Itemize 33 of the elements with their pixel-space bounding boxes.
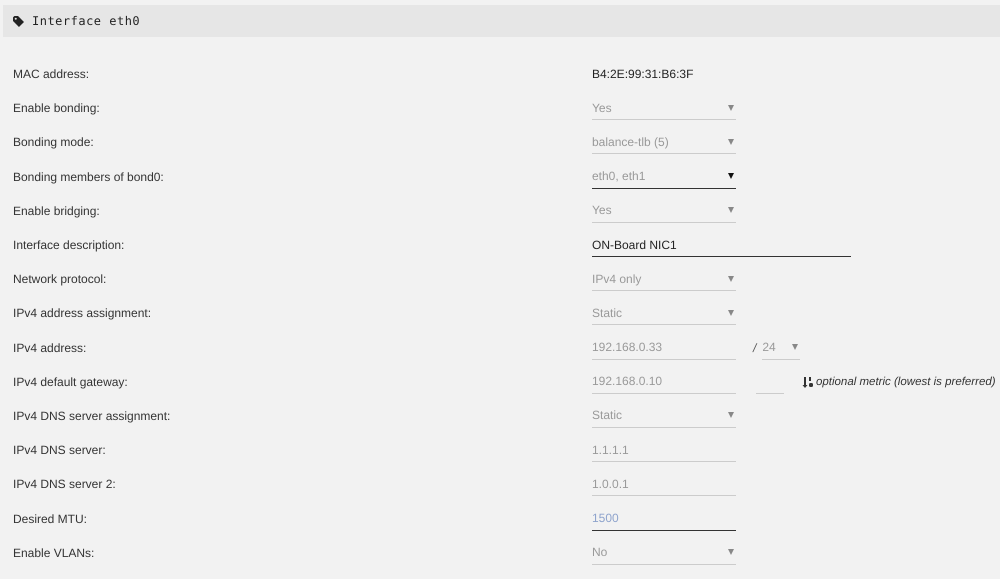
caret-icon xyxy=(728,104,734,111)
field-label: Network protocol: xyxy=(12,272,108,286)
field-label: Enable bridging: xyxy=(12,204,101,218)
caret-icon xyxy=(792,344,798,350)
tag-icon xyxy=(13,16,24,26)
metric-hint: optional metric (lowest is preferred) xyxy=(816,376,996,388)
input-field[interactable]: 1500 xyxy=(592,506,736,531)
caret-icon xyxy=(728,310,734,316)
input-field[interactable]: ON-Board NIC1 xyxy=(592,233,851,258)
select-field[interactable]: eth0, eth1 xyxy=(592,164,736,189)
field-label: Interface description: xyxy=(12,238,126,252)
caret-icon xyxy=(728,412,734,418)
field-label: Bonding members of bond0: xyxy=(12,170,165,184)
field-label: IPv4 DNS server: xyxy=(12,443,107,458)
field-label: Enable VLANs: xyxy=(12,546,96,560)
sort-icon xyxy=(802,376,814,388)
field-label: IPv4 address assignment: xyxy=(12,306,152,320)
field-label: IPv4 DNS server 2: xyxy=(12,477,117,492)
field-label: IPv4 DNS server assignment: xyxy=(12,408,172,423)
caret-icon xyxy=(728,549,734,556)
field-label: MAC address: xyxy=(12,67,90,82)
panel-title: Interface eth0 xyxy=(32,14,140,28)
caret-icon xyxy=(728,276,734,282)
mac-address-value: B4:2E:99:31:B6:3F xyxy=(592,67,694,82)
field-label: Enable bonding: xyxy=(12,101,101,116)
prefix-separator: / xyxy=(753,340,756,355)
field-label: IPv4 address: xyxy=(12,340,88,355)
field-label: IPv4 default gateway: xyxy=(12,374,129,389)
field-label: Desired MTU: xyxy=(12,512,88,526)
caret-icon xyxy=(728,173,734,180)
caret-icon xyxy=(728,138,734,145)
caret-icon xyxy=(728,207,734,214)
field-label: Bonding mode: xyxy=(12,135,95,150)
